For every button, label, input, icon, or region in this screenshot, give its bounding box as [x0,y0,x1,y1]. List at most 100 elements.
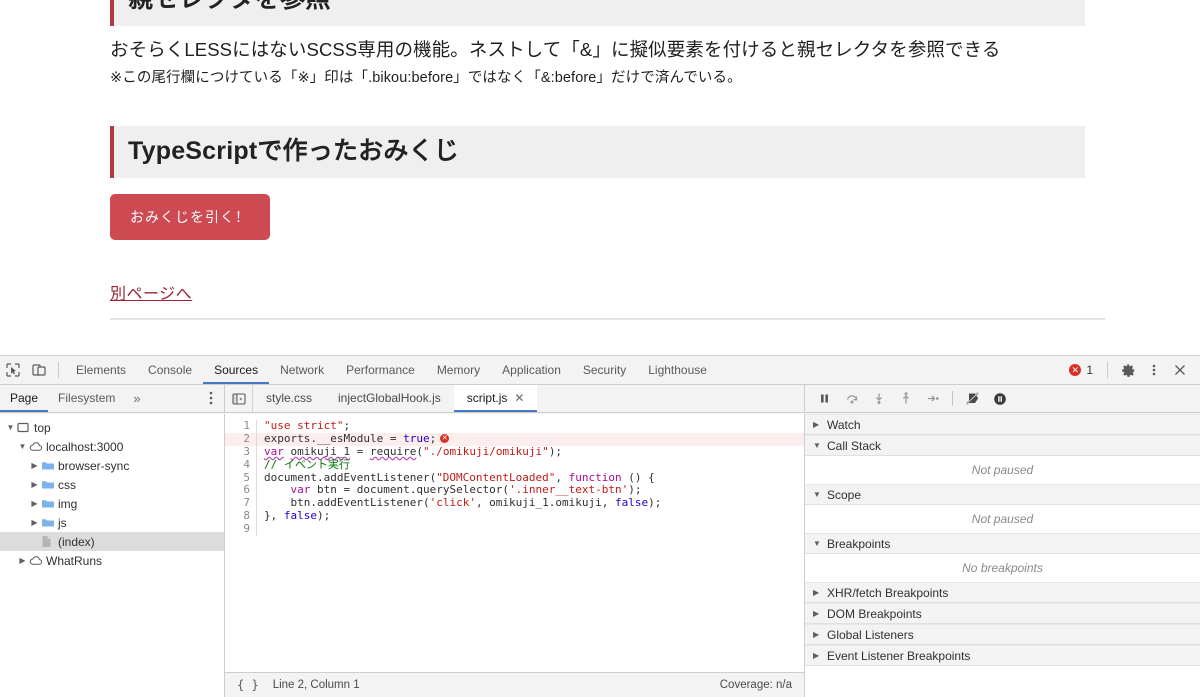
tree-item-label: css [58,477,76,492]
inspect-icon[interactable] [0,357,26,383]
line-number[interactable]: 7 [225,496,257,511]
tree-item-localhost-3000[interactable]: ▼ localhost:3000 [0,437,224,456]
tab-performance[interactable]: Performance [335,356,426,384]
debugger-section-label: Breakpoints [827,536,891,551]
page-paragraph-note: ※この尾行欄につけている「※」印は「.bikou:before」ではなく「&:b… [110,70,742,86]
tree-item-img[interactable]: ▶ img [0,494,224,513]
pause-on-exceptions-icon[interactable] [987,386,1012,411]
debugger-section-dom-breakpoints[interactable]: ▶ DOM Breakpoints [805,603,1200,624]
file-tab-injectglobalhook-js[interactable]: injectGlobalHook.js [325,385,454,412]
chevron-right-icon[interactable]: ▶ [813,630,827,639]
chevron-down-icon[interactable]: ▼ [4,423,17,432]
tab-sources[interactable]: Sources [203,356,269,384]
line-number[interactable]: 6 [225,484,257,498]
chevron-right-icon[interactable]: ▶ [813,420,827,429]
inline-error-icon[interactable]: ✕ [440,434,450,444]
pretty-print-icon[interactable]: { } [237,678,259,692]
debugger-section-scope[interactable]: ▼ Scope [805,484,1200,505]
code-token: }, [264,509,284,523]
step-over-icon[interactable] [839,386,864,411]
file-tab-script-js[interactable]: script.js ✕ [453,385,538,412]
page-paragraph-main: おそらくLESSにはないSCSS専用の機能。ネストして「&」に擬似要素を付けると… [110,39,1001,60]
code-token: require [369,444,417,458]
kebab-menu-icon[interactable] [1142,358,1166,382]
tree-item-label: browser-sync [58,458,130,473]
code-line-text: }, false); [257,509,330,523]
tree-item-css[interactable]: ▶ css [0,475,224,494]
tab-lighthouse[interactable]: Lighthouse [637,356,718,384]
tab-console[interactable]: Console [137,356,203,384]
code-lines-container[interactable]: 1 "use strict"; 2 exports.__esModule = true… [225,414,804,537]
chevron-right-icon[interactable]: ▶ [28,499,41,508]
file-tab-style-css[interactable]: style.css [253,385,325,412]
debugger-section-breakpoints[interactable]: ▼ Breakpoints [805,533,1200,554]
deactivate-breakpoints-icon[interactable] [960,386,985,411]
line-number[interactable]: 2 [225,432,257,446]
code-editor[interactable]: 1 "use strict"; 2 exports.__esModule = true… [225,414,805,697]
chevron-right-icon[interactable]: ▶ [28,461,41,470]
debugger-section-watch[interactable]: ▶ Watch [805,414,1200,435]
navigator-kebab-icon[interactable] [204,389,218,410]
line-number[interactable]: 4 [225,458,257,472]
debugger-section-call-stack[interactable]: ▼ Call Stack [805,435,1200,456]
line-number[interactable]: 9 [225,522,257,537]
close-icon[interactable] [1168,358,1192,382]
code-token: false [615,496,649,510]
tab-memory[interactable]: Memory [426,356,491,384]
tree-item-js[interactable]: ▶ js [0,513,224,532]
other-page-link[interactable]: 別ページへ [110,280,192,304]
code-token: "./omikuji/omikuji" [422,444,549,458]
navigator-tab-filesystem[interactable]: Filesystem [48,385,125,412]
debugger-section-global-listeners[interactable]: ▶ Global Listeners [805,624,1200,645]
error-icon: ✕ [1069,364,1082,376]
code-line[interactable]: 9 [225,522,804,537]
navigator-tab-page[interactable]: Page [0,385,48,412]
page-file-tree[interactable]: ▼ top ▼ localhost:3000 ▶ browser-sync ▶ … [0,414,225,697]
show-navigator-icon[interactable] [225,385,253,412]
tab-network[interactable]: Network [269,356,335,384]
chevron-down-icon[interactable]: ▼ [813,441,827,450]
chevron-right-icon[interactable]: ▶ [813,651,827,660]
navigator-more-icon[interactable]: » [125,391,148,406]
step-icon[interactable] [920,386,945,411]
tree-item-top[interactable]: ▼ top [0,418,224,437]
debugger-section-empty-text: No breakpoints [805,554,1200,582]
debugger-section-label: Event Listener Breakpoints [827,648,971,663]
tree-item-label: WhatRuns [46,553,103,568]
tab-security[interactable]: Security [572,356,637,384]
tree-item-index[interactable]: (index) [0,532,224,551]
chevron-down-icon[interactable]: ▼ [16,442,29,451]
chevron-right-icon[interactable]: ▶ [28,518,41,527]
chevron-down-icon[interactable]: ▼ [813,539,827,548]
page-heading-typescript: TypeScriptで作ったおみくじ [110,126,1085,178]
error-count-badge[interactable]: ✕ 1 [1063,363,1099,377]
tab-elements[interactable]: Elements [65,356,137,384]
line-number[interactable]: 5 [225,471,257,485]
line-number[interactable]: 8 [225,509,257,524]
chevron-right-icon[interactable]: ▶ [28,480,41,489]
step-into-icon[interactable] [866,386,891,411]
chevron-right-icon[interactable]: ▶ [16,556,29,565]
line-number[interactable]: 3 [225,445,257,459]
tree-item-browser-sync[interactable]: ▶ browser-sync [0,456,224,475]
code-line[interactable]: 8}, false); [225,509,804,524]
pause-resume-icon[interactable] [812,386,837,411]
debugger-section-event-listener-breakpoints[interactable]: ▶ Event Listener Breakpoints [805,645,1200,666]
device-toolbar-icon[interactable] [26,357,52,383]
debugger-section-label: Scope [827,487,862,502]
debugger-sidebar[interactable]: ▶ Watch ▼ Call Stack Not paused ▼ Scope Not pau… [805,414,1200,697]
tab-application[interactable]: Application [491,356,572,384]
gear-icon[interactable] [1116,358,1140,382]
chevron-right-icon[interactable]: ▶ [813,588,827,597]
step-out-icon[interactable] [893,386,918,411]
tree-item-whatruns[interactable]: ▶ WhatRuns [0,551,224,570]
debugger-section-xhr-fetch-breakpoints[interactable]: ▶ XHR/fetch Breakpoints [805,582,1200,603]
chevron-right-icon[interactable]: ▶ [813,609,827,618]
sources-body: ▼ top ▼ localhost:3000 ▶ browser-sync ▶ … [0,414,1200,697]
chevron-down-icon[interactable]: ▼ [813,490,827,499]
draw-omikuji-button[interactable]: おみくじを引く！ [110,194,270,240]
line-number[interactable]: 1 [225,419,257,433]
close-icon[interactable]: ✕ [514,385,524,412]
cloud-icon [29,555,46,566]
